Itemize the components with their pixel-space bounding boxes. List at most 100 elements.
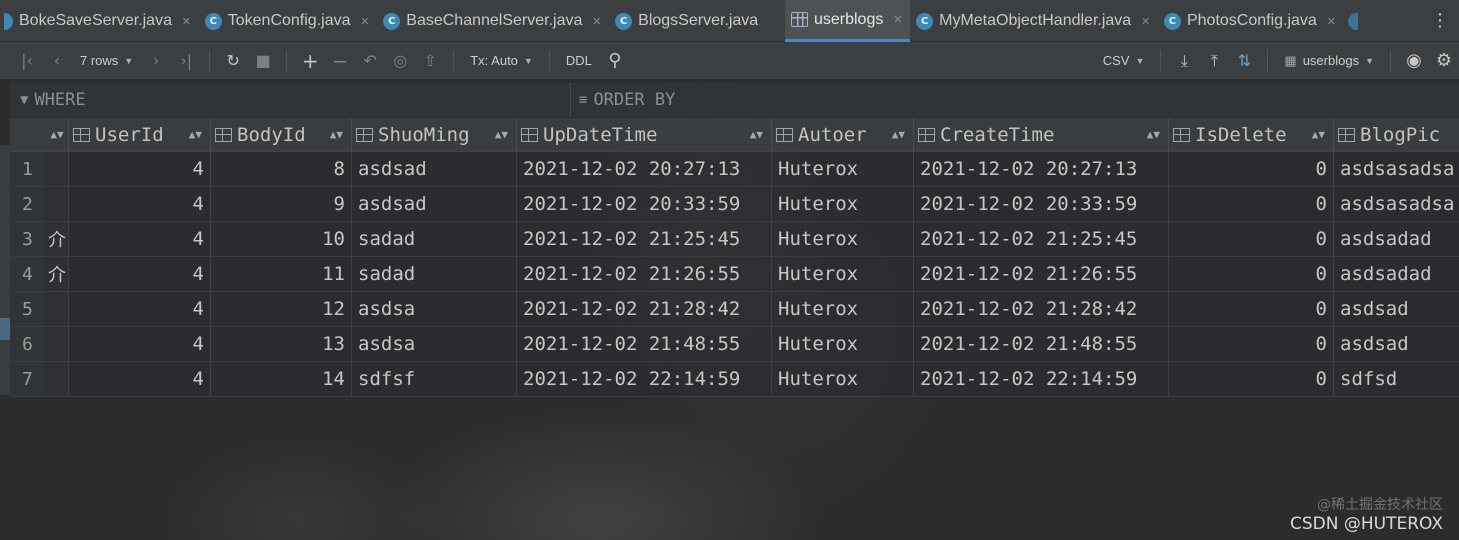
cell-shuoming[interactable]: sadad (352, 222, 517, 256)
sort-toggle-icon[interactable]: ▲▼ (1147, 128, 1164, 141)
cell-userid[interactable]: 4 (69, 222, 211, 256)
cell-isdelete[interactable]: 0 (1169, 327, 1334, 361)
cell-blogpic[interactable]: sdfsd (1334, 362, 1459, 396)
cell-bodyid[interactable]: 14 (211, 362, 352, 396)
cell-blogpic[interactable]: asdsasadsa (1334, 152, 1459, 186)
table-row[interactable]: 2 4 9 asdsad 2021-12-02 20:33:59 Huterox 2021-… (10, 187, 1459, 222)
cell-updatetime[interactable]: 2021-12-02 21:48:55 (517, 327, 772, 361)
cell-shuoming[interactable]: asdsad (352, 152, 517, 186)
cell-createtime[interactable]: 2021-12-02 20:27:13 (914, 152, 1169, 186)
tab-bokesaveserver[interactable]: BokeSaveServer.java × (0, 0, 199, 42)
table-selector-dropdown[interactable]: ▦ userblogs ▼ (1278, 47, 1380, 75)
table-row[interactable]: 7 4 14 sdfsf 2021-12-02 22:14:59 Huterox 2021-… (10, 362, 1459, 397)
add-row-icon[interactable]: + (297, 47, 323, 75)
cell-bodyid[interactable]: 10 (211, 222, 352, 256)
cell-createtime[interactable]: 2021-12-02 20:33:59 (914, 187, 1169, 221)
cell-autoer[interactable]: Huterox (772, 257, 914, 291)
close-icon[interactable]: × (893, 11, 902, 28)
close-icon[interactable]: × (1141, 13, 1150, 30)
cell-userid[interactable]: 4 (69, 187, 211, 221)
sort-toggle-icon[interactable]: ▲▼ (750, 128, 767, 141)
cell-autoer[interactable]: Huterox (772, 222, 914, 256)
sort-toggle-icon[interactable]: ▲▼ (892, 128, 909, 141)
sort-toggle-icon[interactable]: ▲▼ (189, 128, 206, 141)
row-number[interactable]: 3 (10, 222, 46, 256)
export-format-dropdown[interactable]: CSV ▼ (1097, 47, 1151, 75)
cell-bodyid[interactable]: 12 (211, 292, 352, 326)
more-tabs-icon[interactable]: ⋮ (1421, 0, 1459, 41)
cell-isdelete[interactable]: 0 (1169, 222, 1334, 256)
cell-userid[interactable]: 4 (69, 257, 211, 291)
cell-blogpic[interactable]: asdsad (1334, 327, 1459, 361)
gear-icon[interactable]: ⚙ (1431, 47, 1457, 75)
cell-shuoming[interactable]: asdsa (352, 292, 517, 326)
sort-toggle-icon[interactable]: ▲▼ (495, 128, 512, 141)
cell-isdelete[interactable]: 0 (1169, 257, 1334, 291)
cell-bodyid[interactable]: 9 (211, 187, 352, 221)
cell-isdelete[interactable]: 0 (1169, 187, 1334, 221)
cell-shuoming[interactable]: asdsad (352, 187, 517, 221)
tab-overflow-partial[interactable] (1344, 0, 1362, 42)
close-icon[interactable]: × (1327, 13, 1336, 30)
tab-blogsserver[interactable]: C BlogsServer.java × (609, 0, 785, 42)
column-header-createtime[interactable]: CreateTime ▲▼ (914, 118, 1169, 151)
column-header-updatetime[interactable]: UpDateTime ▲▼ (517, 118, 772, 151)
order-by-input[interactable]: ≡ ORDER BY (570, 83, 675, 117)
tab-photosconfig[interactable]: C PhotosConfig.java × (1158, 0, 1344, 42)
sort-toggle-icon[interactable]: ▲▼ (330, 128, 347, 141)
tab-mymetaobjecthandler[interactable]: C MyMetaObjectHandler.java × (910, 0, 1158, 42)
column-header-bodyid[interactable]: BodyId ▲▼ (211, 118, 352, 151)
cell-autoer[interactable]: Huterox (772, 292, 914, 326)
cell-blogpic[interactable]: asdsasadsa (1334, 187, 1459, 221)
cell-updatetime[interactable]: 2021-12-02 22:14:59 (517, 362, 772, 396)
row-number[interactable]: 6 (10, 327, 46, 361)
cell-updatetime[interactable]: 2021-12-02 21:26:55 (517, 257, 772, 291)
cell-createtime[interactable]: 2021-12-02 21:48:55 (914, 327, 1169, 361)
close-icon[interactable]: × (592, 13, 601, 30)
cell-blogpic[interactable]: asdsad (1334, 292, 1459, 326)
cell-isdelete[interactable]: 0 (1169, 362, 1334, 396)
transaction-mode-dropdown[interactable]: Tx: Auto ▼ (464, 47, 539, 75)
row-number[interactable]: 1 (10, 152, 46, 186)
cell-updatetime[interactable]: 2021-12-02 20:27:13 (517, 152, 772, 186)
cell-autoer[interactable]: Huterox (772, 187, 914, 221)
submit-icon[interactable]: ⇧ (417, 47, 443, 75)
column-header-userid[interactable]: UserId ▲▼ (69, 118, 211, 151)
cell-createtime[interactable]: 2021-12-02 21:28:42 (914, 292, 1169, 326)
column-header-blogpic[interactable]: BlogPic (1334, 118, 1459, 151)
cell-updatetime[interactable]: 2021-12-02 21:28:42 (517, 292, 772, 326)
tab-userblogs[interactable]: userblogs × (784, 0, 911, 42)
next-page-icon[interactable]: › (143, 47, 169, 75)
cell-autoer[interactable]: Huterox (772, 327, 914, 361)
cell-createtime[interactable]: 2021-12-02 21:25:45 (914, 222, 1169, 256)
cell-createtime[interactable]: 2021-12-02 21:26:55 (914, 257, 1169, 291)
table-row[interactable]: 3 介 4 10 sadad 2021-12-02 21:25:45 Huterox 2021… (10, 222, 1459, 257)
cell-userid[interactable]: 4 (69, 362, 211, 396)
cell-shuoming[interactable]: sdfsf (352, 362, 517, 396)
cell-shuoming[interactable]: asdsa (352, 327, 517, 361)
cell-isdelete[interactable]: 0 (1169, 292, 1334, 326)
table-row[interactable]: 1 4 8 asdsad 2021-12-02 20:27:13 Huterox 2021-… (10, 152, 1459, 187)
column-header-shuoming[interactable]: ShuoMing ▲▼ (352, 118, 517, 151)
column-header-isdelete[interactable]: IsDelete ▲▼ (1169, 118, 1334, 151)
preview-changes-icon[interactable]: ◎ (387, 47, 413, 75)
sort-toggle-icon[interactable]: ▲▼ (1312, 128, 1329, 141)
cell-updatetime[interactable]: 2021-12-02 20:33:59 (517, 187, 772, 221)
cell-userid[interactable]: 4 (69, 152, 211, 186)
cell-bodyid[interactable]: 11 (211, 257, 352, 291)
cell-bodyid[interactable]: 8 (211, 152, 352, 186)
revert-icon[interactable]: ↶ (357, 47, 383, 75)
refresh-icon[interactable]: ↻ (220, 47, 246, 75)
cell-autoer[interactable]: Huterox (772, 362, 914, 396)
cell-autoer[interactable]: Huterox (772, 152, 914, 186)
cell-blogpic[interactable]: asdsadad (1334, 257, 1459, 291)
column-header-autoer[interactable]: Autoer ▲▼ (772, 118, 914, 151)
tab-basechannelserver[interactable]: C BaseChannelServer.java × (377, 0, 609, 42)
delete-row-icon[interactable]: − (327, 47, 353, 75)
cell-shuoming[interactable]: sadad (352, 257, 517, 291)
table-row[interactable]: 5 4 12 asdsa 2021-12-02 21:28:42 Huterox 2021-… (10, 292, 1459, 327)
where-filter-input[interactable]: ▼ WHERE (10, 90, 570, 110)
rows-count-dropdown[interactable]: 7 rows ▼ (74, 47, 139, 75)
row-number[interactable]: 4 (10, 257, 46, 291)
download-icon[interactable]: ⤓ (1171, 47, 1197, 75)
